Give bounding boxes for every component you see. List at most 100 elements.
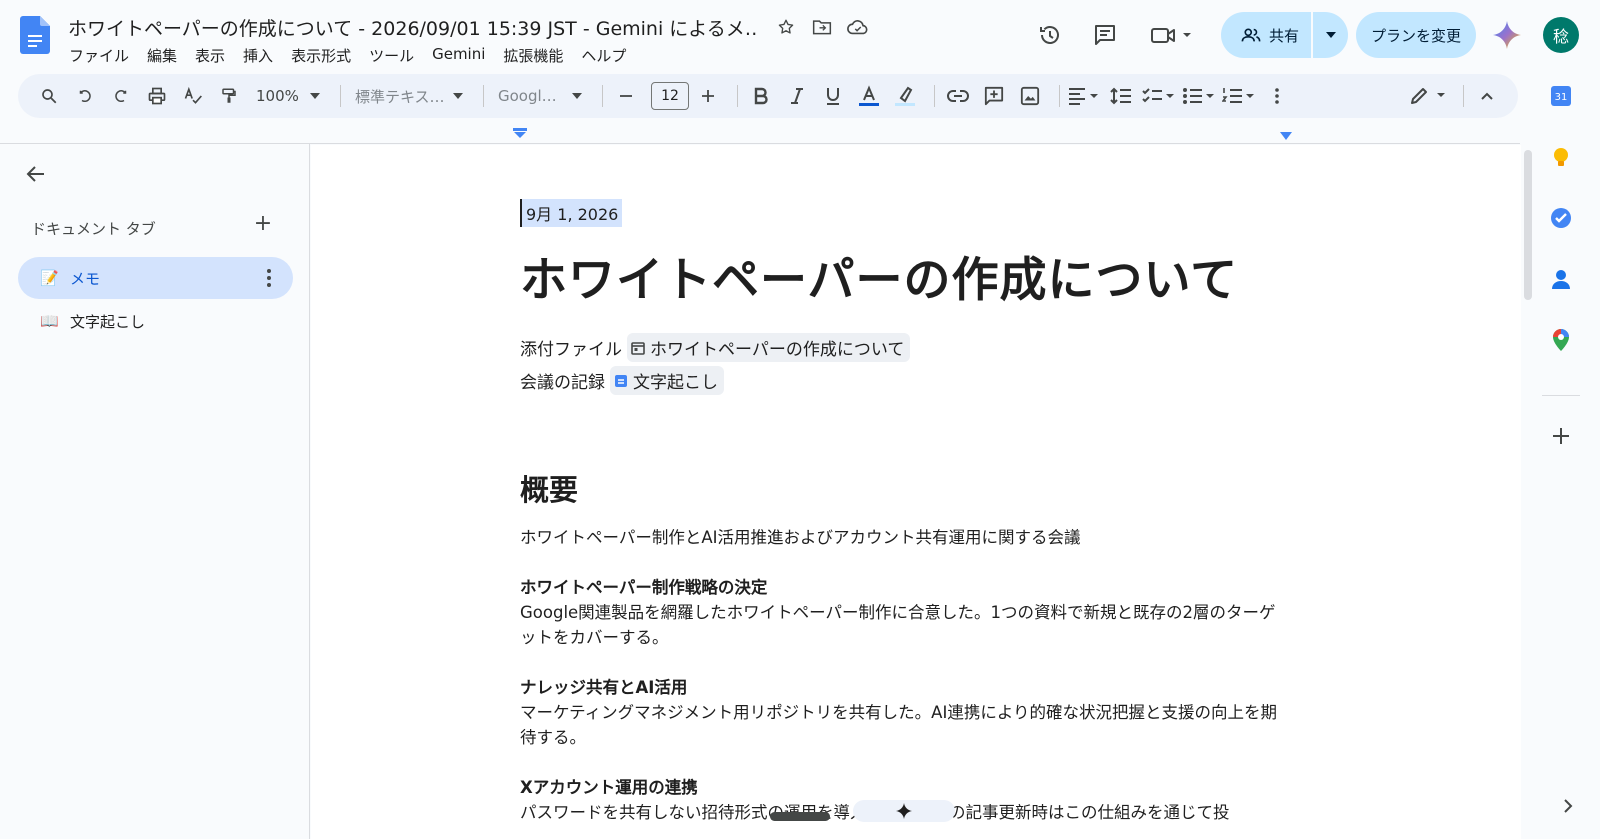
tasks-app-icon[interactable] <box>1549 206 1573 230</box>
menu-file[interactable]: ファイル <box>60 44 138 67</box>
more-options-button[interactable] <box>1262 80 1292 112</box>
toolbar-divider <box>602 85 603 107</box>
redo-icon <box>115 90 127 102</box>
meet-icon[interactable] <box>1148 20 1198 50</box>
docs-logo-icon[interactable] <box>20 16 50 54</box>
move-folder-icon[interactable] <box>811 16 833 38</box>
google-docs-window: ホワイトペーパーの作成について - 2026/09/01 15:39 JST -… <box>0 0 1600 839</box>
increase-font-size-button[interactable] <box>693 80 723 112</box>
toolbar-divider <box>483 85 484 107</box>
cloud-saved-icon[interactable] <box>847 16 869 38</box>
paragraph-style-select[interactable]: 標準テキス… <box>349 80 469 112</box>
comments-icon[interactable] <box>1090 20 1120 50</box>
section-body: Google関連製品を網羅したホワイトペーパー制作に合意した。1つの資料で新規と… <box>520 603 1276 647</box>
menu-tools[interactable]: ツール <box>360 44 423 67</box>
transcript-chip[interactable]: 文字起こし <box>610 366 724 395</box>
font-size-input[interactable]: 12 <box>651 82 689 110</box>
side-panel: 31 <box>1522 70 1600 839</box>
spellcheck-button[interactable] <box>178 80 208 112</box>
tab-more-options-icon[interactable] <box>267 269 271 287</box>
add-tab-button[interactable]: + <box>253 213 273 235</box>
document-title[interactable]: ホワイトペーパーの作成について - 2026/09/01 15:39 JST -… <box>68 14 758 41</box>
menu-format[interactable]: 表示形式 <box>282 44 360 67</box>
zoom-select[interactable]: 100% <box>250 80 326 112</box>
collapse-menus-button[interactable] <box>1472 80 1502 112</box>
italic-button[interactable] <box>782 80 812 112</box>
share-button-group: 共有 <box>1221 12 1348 58</box>
editing-mode-button[interactable] <box>1409 80 1449 112</box>
gemini-float-button[interactable] <box>853 800 955 822</box>
text-color-button[interactable] <box>854 80 884 112</box>
chevron-right-icon[interactable] <box>1560 798 1576 814</box>
checklist-icon <box>1142 88 1174 103</box>
contacts-app-icon[interactable] <box>1549 267 1573 291</box>
ruler <box>0 128 1520 144</box>
share-dropdown[interactable] <box>1311 12 1348 58</box>
account-avatar[interactable]: 稔 <box>1543 17 1579 53</box>
line-spacing-button[interactable] <box>1106 80 1136 112</box>
memo-emoji-icon: 📝 <box>40 269 59 287</box>
side-panel-divider <box>1542 395 1580 396</box>
add-comment-button[interactable] <box>979 80 1009 112</box>
menu-view[interactable]: 表示 <box>186 44 234 67</box>
document-page[interactable]: 9月 1, 2026 ホワイトペーパーの作成について 添付ファイル ホワイトペー… <box>311 145 1521 839</box>
search-menus-button[interactable] <box>34 80 64 112</box>
bold-icon <box>754 87 768 105</box>
menu-gemini[interactable]: Gemini <box>423 44 494 67</box>
print-button[interactable] <box>142 80 172 112</box>
decrease-font-size-button[interactable] <box>611 80 641 112</box>
date-chip[interactable]: 9月 1, 2026 <box>520 199 623 227</box>
gemini-icon[interactable] <box>1492 20 1522 50</box>
redo-button[interactable] <box>106 80 136 112</box>
menu-insert[interactable]: 挿入 <box>234 44 282 67</box>
maps-app-icon[interactable] <box>1549 328 1573 352</box>
line-spacing-icon <box>1110 87 1131 105</box>
caret-down-icon <box>572 93 582 99</box>
tab-memo[interactable]: 📝 メモ <box>18 257 293 299</box>
caret-down-icon <box>453 93 463 99</box>
align-left-icon <box>1069 88 1098 105</box>
star-icon[interactable] <box>775 16 797 38</box>
image-icon <box>1020 86 1040 106</box>
numbered-list-button[interactable] <box>1222 80 1256 112</box>
underline-button[interactable] <box>818 80 848 112</box>
menu-edit[interactable]: 編集 <box>138 44 186 67</box>
change-plan-button[interactable]: プランを変更 <box>1356 12 1476 58</box>
insert-link-button[interactable] <box>943 80 973 112</box>
bulleted-list-button[interactable] <box>1182 80 1216 112</box>
version-history-icon[interactable] <box>1035 20 1065 50</box>
paint-format-button[interactable] <box>214 80 244 112</box>
share-label: 共有 <box>1269 26 1300 45</box>
people-icon <box>1241 28 1261 42</box>
left-indent-marker[interactable] <box>513 128 527 138</box>
search-icon <box>42 89 57 104</box>
tab-transcript[interactable]: 📖 文字起こし <box>18 300 293 342</box>
calendar-app-icon[interactable]: 31 <box>1549 84 1573 108</box>
formatting-toolbar: 100% 標準テキス… Googl… 12 <box>18 74 1518 118</box>
add-comment-icon <box>984 86 1004 106</box>
attachment-chip[interactable]: ホワイトペーパーの作成について <box>627 333 911 362</box>
summary-heading: 概要 <box>520 473 579 507</box>
font-select[interactable]: Googl… <box>492 80 588 112</box>
bold-button[interactable] <box>746 80 776 112</box>
document-tabs-sidebar: ドキュメント タブ + 📝 メモ 📖 文字起こし <box>0 144 310 839</box>
attachment-label: 添付ファイル <box>520 340 622 360</box>
back-arrow-icon[interactable] <box>24 162 48 186</box>
menu-extensions[interactable]: 拡張機能 <box>494 44 572 67</box>
section-heading: ホワイトペーパー制作戦略の決定 <box>520 578 768 597</box>
insert-image-button[interactable] <box>1015 80 1045 112</box>
right-indent-marker[interactable] <box>1280 132 1292 140</box>
toolbar-divider <box>737 85 738 107</box>
share-button[interactable]: 共有 <box>1221 12 1311 58</box>
toolbar-divider <box>1059 85 1060 107</box>
undo-button[interactable] <box>70 80 100 112</box>
section-heading: ナレッジ共有とAI活用 <box>520 678 688 697</box>
highlight-color-button[interactable] <box>890 80 920 112</box>
menu-help[interactable]: ヘルプ <box>572 44 635 67</box>
document-tabs-heading: ドキュメント タブ <box>31 220 156 238</box>
align-button[interactable] <box>1068 80 1100 112</box>
keep-app-icon[interactable] <box>1549 145 1573 169</box>
get-addons-plus-icon[interactable] <box>1549 424 1573 448</box>
checklist-button[interactable] <box>1142 80 1176 112</box>
drag-handle[interactable] <box>770 812 830 821</box>
